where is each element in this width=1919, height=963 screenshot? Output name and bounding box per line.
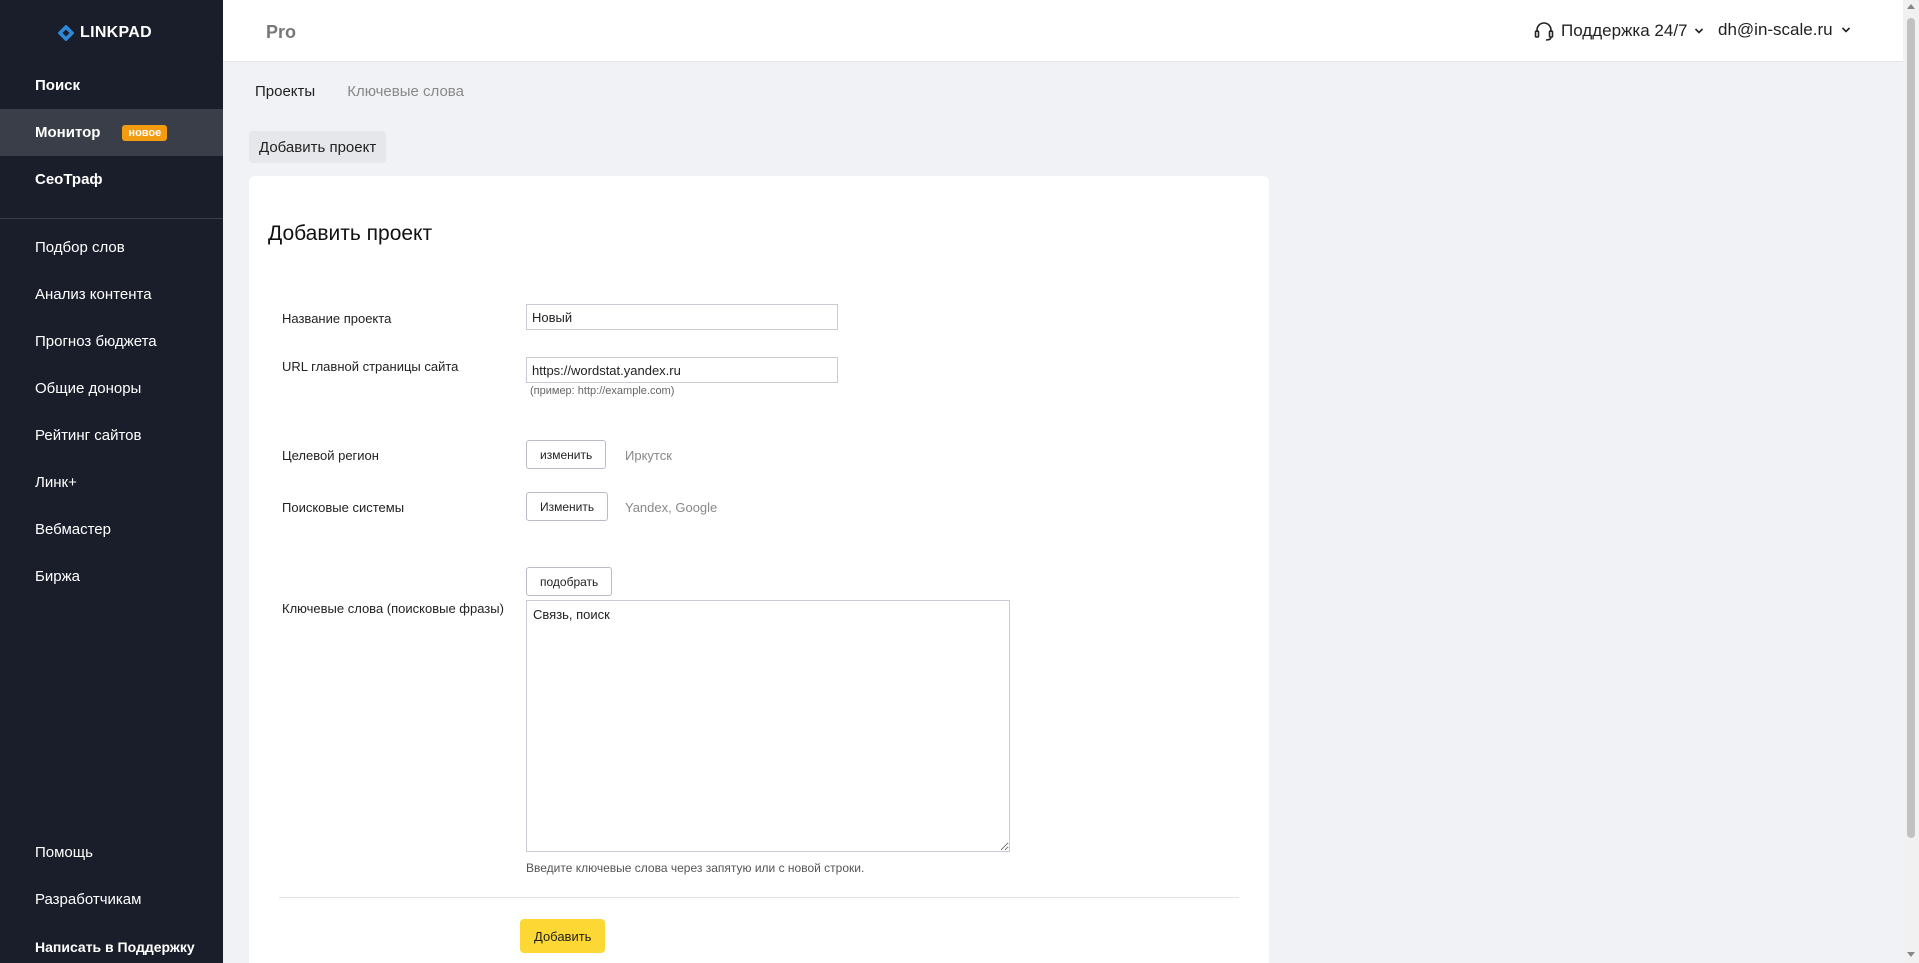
submit-button[interactable]: Добавить [520,919,606,953]
sidebar-item-label: Монитор [35,124,101,141]
region-label: Целевой регион [282,448,379,463]
search-engines-label: Поисковые системы [282,500,405,515]
support-menu[interactable]: Поддержка 24/7 [1533,20,1704,42]
change-region-button[interactable]: изменить [526,440,607,469]
sidebar-item-label: Прогноз бюджета [35,333,157,350]
chevron-down-icon [1841,27,1850,33]
user-email: dh@in-scale.ru [1718,20,1833,39]
sidebar-item-label: Помощь [35,844,93,861]
sidebar-item-label: Вебмастер [35,521,111,538]
region-value: Иркутск [625,448,672,463]
keywords-textarea[interactable]: Связь, поиск [526,600,1010,852]
sidebar-item-label: Разработчикам [35,891,142,908]
sidebar-item-webmaster[interactable]: Вебмастер [0,506,223,553]
add-project-button[interactable]: Добавить проект [249,131,387,163]
brand-name: LINKPAD [80,24,153,41]
sidebar: LINKPAD Поиск Монитор новое СеоТраф Подб… [0,0,223,963]
sidebar-item-link-plus[interactable]: Линк+ [0,459,223,506]
sidebar-item-content-analysis[interactable]: Анализ контента [0,271,223,318]
sidebar-item-budget-forecast[interactable]: Прогноз бюджета [0,318,223,365]
keywords-label: Ключевые слова (поисковые фразы) [282,601,504,616]
sidebar-item-seotraf[interactable]: СеоТраф [0,156,223,203]
url-hint: (пример: http://example.com) [530,385,675,397]
sidebar-divider [0,218,223,219]
sidebar-item-search[interactable]: Поиск [0,62,223,109]
keywords-hint: Введите ключевые слова через запятую или… [526,861,865,875]
project-name-input[interactable] [526,304,838,330]
headset-icon [1534,22,1554,41]
form-divider [279,897,1239,898]
sidebar-item-label: СеоТраф [35,171,103,188]
sidebar-item-contact-support[interactable]: Написать в Поддержку [0,923,223,963]
tabs: Проекты Ключевые слова [255,83,464,100]
tab-projects[interactable]: Проекты [255,83,315,100]
search-engines-value: Yandex, Google [625,500,718,515]
tools-nav: Подбор слов Анализ контента Прогноз бюдж… [0,224,223,600]
change-engines-button[interactable]: Изменить [526,492,609,521]
scroll-down-arrow-icon[interactable] [1907,952,1915,957]
form-title: Добавить проект [268,222,433,245]
url-label: URL главной страницы сайта [282,359,459,374]
top-header: Pro Поддержка 24/7 dh@in-scale.ru [223,0,1903,62]
sidebar-item-site-rating[interactable]: Рейтинг сайтов [0,412,223,459]
sidebar-item-keyword-selection[interactable]: Подбор слов [0,224,223,271]
sidebar-item-label: Биржа [35,568,80,585]
sidebar-item-label: Подбор слов [35,239,125,256]
bottom-nav: Помощь Разработчикам Написать в Поддержк… [0,829,223,963]
sidebar-item-common-donors[interactable]: Общие доноры [0,365,223,412]
brand-logo[interactable]: LINKPAD [58,24,152,42]
plan-label: Pro [266,22,297,42]
new-badge: новое [122,124,168,141]
sidebar-item-label: Общие доноры [35,380,142,397]
support-label: Поддержка 24/7 [1561,21,1688,40]
url-input[interactable] [526,357,838,383]
project-name-label: Название проекта [282,311,392,326]
sidebar-item-help[interactable]: Помощь [0,829,223,876]
add-project-form: Добавить проект Название проекта URL гла… [249,176,1269,963]
main-nav: Поиск Монитор новое СеоТраф [0,62,223,203]
tab-keywords[interactable]: Ключевые слова [347,83,464,100]
sidebar-item-label: Линк+ [35,474,77,491]
sidebar-item-developers[interactable]: Разработчикам [0,876,223,923]
sidebar-item-label: Поиск [35,77,81,94]
pick-keywords-button[interactable]: подобрать [526,567,613,596]
sidebar-item-exchange[interactable]: Биржа [0,553,223,600]
chevron-down-icon [1694,28,1703,34]
sidebar-item-label: Рейтинг сайтов [35,427,142,444]
scroll-thumb[interactable] [1907,18,1915,838]
scroll-up-arrow-icon[interactable] [1907,4,1915,9]
sidebar-item-label: Написать в Поддержку [35,938,195,955]
linkpad-logo-icon [58,25,74,41]
sidebar-item-label: Анализ контента [35,286,152,303]
user-menu[interactable]: dh@in-scale.ru [1718,20,1851,40]
sidebar-item-monitor[interactable]: Монитор новое [0,109,223,156]
page-scrollbar[interactable] [1903,0,1919,963]
